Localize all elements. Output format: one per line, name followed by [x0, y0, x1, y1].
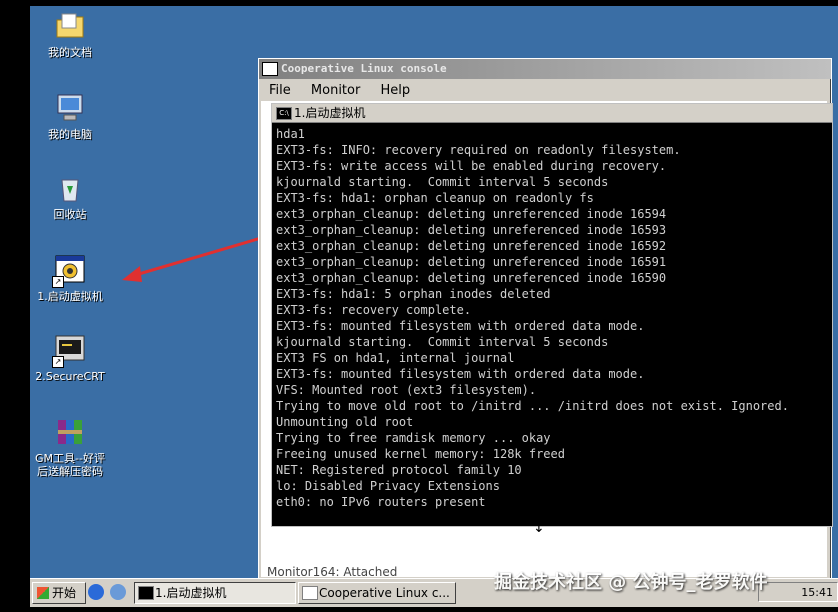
menu-file[interactable]: File [269, 83, 291, 98]
console-window[interactable]: C:\ 1.启动虚拟机 hda1 EXT3-fs: INFO: recovery … [271, 103, 833, 527]
console-line: Freeing unused kernel memory: 128k freed [276, 447, 565, 461]
console-line: kjournald starting. Commit interval 5 se… [276, 175, 609, 189]
console-titlebar[interactable]: C:\ 1.启动虚拟机 [272, 104, 832, 123]
console-line: Trying to move old root to /initrd ... /… [276, 399, 789, 413]
console-line: Unmounting old root [276, 415, 414, 429]
console-line: EXT3-fs: mounted filesystem with ordered… [276, 319, 645, 333]
menu-monitor[interactable]: Monitor [311, 83, 360, 98]
console-task-icon [138, 586, 154, 600]
console-line: ext3_orphan_cleanup: deleting unreferenc… [276, 223, 667, 237]
console-line: NET: Registered protocol family 10 [276, 463, 522, 477]
monitor-status: Monitor164: Attached [267, 565, 398, 579]
console-line: EXT3 FS on hda1, internal journal [276, 351, 515, 365]
clock[interactable]: 15:41 [801, 586, 833, 599]
window-task-icon [302, 586, 318, 600]
console-line: EXT3-fs: mounted filesystem with ordered… [276, 367, 645, 381]
console-line: ext3_orphan_cleanup: deleting unreferenc… [276, 207, 667, 221]
menu-help[interactable]: Help [380, 83, 410, 98]
internet-explorer-icon[interactable] [88, 584, 104, 600]
start-label: 开始 [52, 586, 77, 600]
console-line: ext3_orphan_cleanup: deleting unreferenc… [276, 239, 667, 253]
system-tray: 15:41 [758, 582, 838, 602]
console-line: EXT3-fs: write access will be enabled du… [276, 159, 667, 173]
console-line: EXT3-fs: recovery complete. [276, 303, 472, 317]
console-line: ext3_orphan_cleanup: deleting unreferenc… [276, 271, 667, 285]
start-button[interactable]: 开始 [32, 582, 86, 604]
task-label: 1.启动虚拟机 [155, 586, 227, 600]
console-output[interactable]: hda1 EXT3-fs: INFO: recovery required on … [276, 126, 832, 526]
console-line: Trying to free ramdisk memory ... okay [276, 431, 551, 445]
console-line: ext3_orphan_cleanup: deleting unreferenc… [276, 255, 667, 269]
watermark: 掘金技术社区 @ 公钟号_老罗软件 [494, 572, 768, 593]
task-cooperative-linux[interactable]: Cooperative Linux c... [298, 582, 456, 604]
window-icon [262, 62, 278, 76]
console-line: VFS: Mounted root (ext3 filesystem). [276, 383, 537, 397]
windows-logo-icon [37, 587, 49, 599]
console-line: EXT3-fs: INFO: recovery required on read… [276, 143, 681, 157]
task-label: Cooperative Linux c... [319, 586, 450, 600]
menu-bar: File Monitor Help [259, 79, 831, 99]
console-line: kjournald starting. Commit interval 5 se… [276, 335, 609, 349]
resize-cursor-icon: ↕ [533, 520, 545, 536]
console-line: lo: Disabled Privacy Extensions [276, 479, 500, 493]
quick-launch-icon[interactable] [110, 584, 126, 600]
console-icon: C:\ [276, 107, 292, 120]
console-line: EXT3-fs: hda1: orphan cleanup on readonl… [276, 191, 594, 205]
task-vm-launcher[interactable]: 1.启动虚拟机 [134, 582, 296, 604]
window-titlebar[interactable]: Cooperative Linux console [259, 59, 831, 79]
console-line: eth0: no IPv6 routers present [276, 495, 486, 509]
window-title: Cooperative Linux console [281, 62, 447, 75]
console-line: EXT3-fs: hda1: 5 orphan inodes deleted [276, 287, 551, 301]
console-title: 1.启动虚拟机 [294, 106, 366, 120]
console-line: hda1 [276, 127, 305, 141]
